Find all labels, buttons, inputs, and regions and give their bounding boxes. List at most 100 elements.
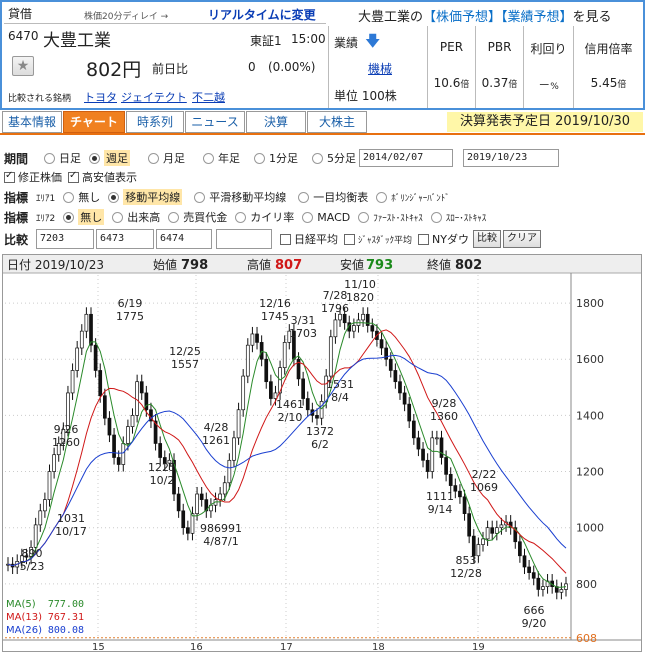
candle-body — [421, 448, 425, 461]
radio-monthly[interactable] — [148, 152, 160, 164]
candle-body — [79, 330, 84, 349]
compare-link-toyota[interactable]: トヨタ — [84, 89, 117, 105]
candle-body — [255, 333, 259, 343]
tab-chart[interactable]: チャート — [63, 111, 125, 133]
candle-body — [130, 415, 135, 427]
y-tick-label: 1600 — [576, 353, 604, 366]
opt-label: 無し — [78, 209, 105, 225]
low-annotation-top: 1031 — [57, 512, 85, 525]
current-price: 802円 — [86, 59, 142, 81]
tab-timeseries[interactable]: 時系列 — [126, 111, 184, 133]
radio-1min[interactable] — [254, 152, 266, 164]
candle-body — [541, 586, 545, 590]
radio-ind1-ma[interactable] — [108, 191, 120, 203]
compare-link-jtekt[interactable]: ジェイテクト — [121, 89, 187, 105]
metric-unit: % — [550, 82, 559, 92]
candle-body — [47, 471, 52, 500]
radio-ind2-turnover[interactable] — [168, 211, 180, 223]
high-low-checkbox[interactable] — [68, 170, 79, 183]
candle-body — [476, 544, 481, 557]
compare-input-4[interactable] — [216, 229, 273, 249]
opt-label: 月足 — [163, 152, 186, 165]
metric-value: 5.45倍 — [574, 76, 643, 90]
info-text: 終値 — [427, 257, 451, 272]
delay-note: 株価20分ディレイ → — [84, 12, 169, 22]
clear-button[interactable]: クリア — [502, 230, 541, 248]
opt-label: 1分足 — [269, 152, 299, 165]
earnings-link[interactable]: 【業績予想】 — [501, 10, 573, 25]
low-annotation-bottom: 9/14 — [428, 503, 453, 516]
ma-legend-value: 767.31 — [48, 612, 84, 623]
compare-button[interactable]: 比較 — [472, 230, 501, 248]
high-annotation-top: 12/25 — [169, 345, 201, 358]
opt-label: 一目均衡表 — [313, 191, 369, 204]
stock-code: 6470 — [8, 29, 39, 43]
realtime-link[interactable]: リアルタイムに変更 — [208, 6, 316, 23]
radio-ind2-deviation[interactable] — [235, 211, 247, 223]
compare-row-label: 比較 — [4, 232, 29, 247]
compare-input-2[interactable]: 6473 — [96, 229, 155, 249]
radio-ind2-none[interactable] — [63, 211, 75, 223]
radio-weekly[interactable] — [89, 152, 101, 164]
ind-label: 指標 — [4, 190, 29, 205]
candle-body — [84, 313, 89, 332]
see-suffix: を見る — [572, 10, 612, 25]
compare-link-nachi[interactable]: 不二越 — [192, 89, 225, 105]
radio-ind2-slow-stoch[interactable] — [430, 211, 442, 223]
candle-body — [471, 535, 476, 557]
forecast-link[interactable]: 【株価予想】 — [423, 10, 501, 25]
y-tick-label: 1200 — [576, 466, 604, 479]
price-chart[interactable]: 日付 2019/10/23 始値 798 高値 807 安値 793 終値 802 800 1000… — [2, 254, 642, 652]
from-date-input[interactable]: 2014/02/07 — [359, 149, 454, 167]
nydow-checkbox[interactable] — [418, 233, 430, 245]
nikkei-checkbox[interactable] — [280, 233, 292, 245]
opt-label: ﾎﾞﾘﾝｼﾞｬｰﾊﾞﾝﾄﾞ — [391, 193, 450, 204]
metric-number: 10.6 — [433, 76, 461, 90]
info-text: 807 — [275, 258, 302, 273]
candle-body — [388, 358, 393, 371]
options-row: 修正株価 高安値表示 — [4, 167, 137, 187]
metric-pbr: PBR 0.37倍 — [475, 26, 523, 108]
opt-label: 日足 — [59, 152, 82, 165]
candle-body — [518, 541, 522, 557]
radio-ind2-macd[interactable] — [302, 211, 314, 223]
tab-shareholders[interactable]: 大株主 — [307, 111, 367, 133]
low-annotation-bottom: 5/23 — [20, 560, 45, 573]
tab-basic[interactable]: 基本情報 — [2, 111, 62, 133]
jasdaq-checkbox[interactable] — [344, 233, 356, 245]
favorite-star-icon[interactable]: ★ — [12, 56, 34, 76]
candle-body — [365, 313, 370, 326]
indicator2-row: 指標 ｴﾘｱ2 無し 出来高 売買代金 カイリ率 MACD ﾌｧｰｽﾄ･ｽﾄｷｬｽ… — [4, 207, 486, 227]
ma-line-26 — [7, 354, 567, 567]
tab-earnings[interactable]: 決算 — [246, 111, 306, 133]
radio-ind2-volume[interactable] — [112, 211, 124, 223]
compare-input-1[interactable]: 7203 — [36, 229, 95, 249]
radio-5min[interactable] — [312, 152, 324, 164]
candle-body — [75, 347, 80, 371]
radio-ind1-ichimoku[interactable] — [298, 191, 310, 203]
radio-ind1-ema[interactable] — [194, 191, 206, 203]
candle-body — [315, 415, 319, 419]
info-text: 802 — [455, 258, 482, 273]
low-annotation-bottom: 12/28 — [450, 567, 482, 580]
candle-body — [448, 473, 453, 486]
adjusted-price-checkbox[interactable] — [4, 170, 15, 183]
high-annotation-top: 2/22 — [472, 468, 497, 481]
x-tick-label: 19 — [472, 642, 485, 651]
to-date-input[interactable]: 2019/10/23 — [463, 149, 560, 167]
y-tick-label: 1800 — [576, 297, 604, 310]
y-tick-label: 1400 — [576, 409, 604, 422]
low-annotation-bottom: 6/2 — [311, 438, 329, 451]
radio-ind2-fast-stoch[interactable] — [358, 211, 370, 223]
industry-link[interactable]: 機械 — [368, 60, 392, 77]
low-annotation-top: 1225 — [148, 461, 176, 474]
tab-news[interactable]: ニュース — [185, 111, 245, 133]
candle-body — [190, 513, 195, 534]
radio-ind1-bollinger[interactable] — [376, 191, 388, 203]
radio-yearly[interactable] — [203, 152, 215, 164]
ma-legend-value: 777.00 — [48, 599, 84, 610]
radio-daily[interactable] — [44, 152, 56, 164]
high-annotation-top: 4/28 — [204, 421, 229, 434]
compare-input-3[interactable]: 6474 — [156, 229, 213, 249]
radio-ind1-none[interactable] — [63, 191, 75, 203]
